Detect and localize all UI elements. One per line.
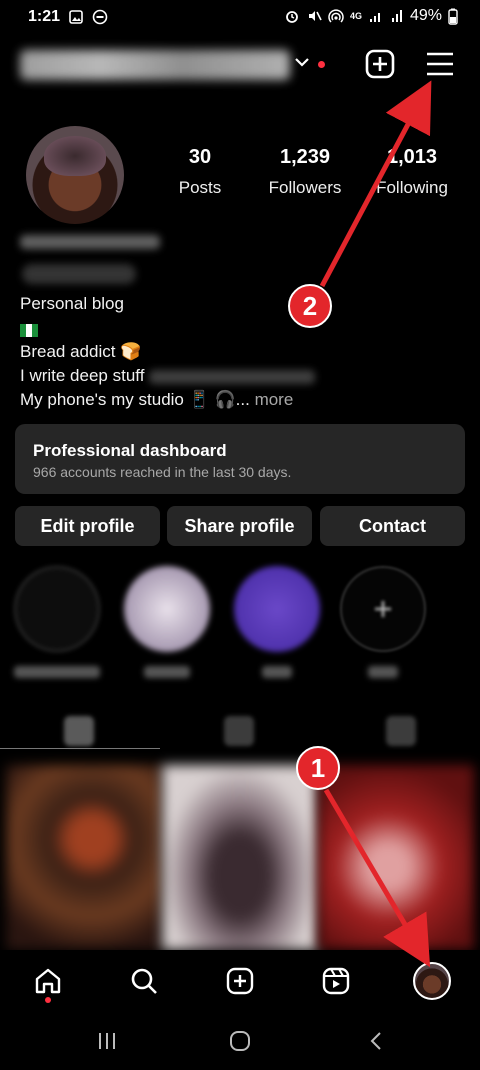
recent-apps-icon[interactable] xyxy=(96,1030,118,1052)
search-icon xyxy=(131,968,157,994)
grid-tab-icon[interactable] xyxy=(64,716,94,746)
profile-tab-avatar[interactable] xyxy=(413,962,451,1000)
dashboard-title: Professional dashboard xyxy=(33,441,227,460)
post-thumbnail-1[interactable] xyxy=(6,765,162,950)
bio-line-1: Bread addict 🍞 xyxy=(20,342,142,361)
signal-icon xyxy=(369,13,380,22)
stat-posts[interactable]: 30 Posts xyxy=(170,146,230,198)
step-1-badge: 1 xyxy=(296,746,340,790)
stat-followers[interactable]: 1,239 Followers xyxy=(262,146,348,198)
username-blurred[interactable]: somethingfromthe90s xyxy=(20,50,290,80)
professional-dashboard[interactable]: Professional dashboard 966 accounts reac… xyxy=(15,424,465,494)
alarm-icon xyxy=(286,11,298,23)
dashboard-subtitle: 966 accounts reached in the last 30 days… xyxy=(33,464,292,480)
stat-followers-label: Followers xyxy=(268,178,342,197)
create-tab[interactable] xyxy=(222,963,258,999)
home-button-icon[interactable] xyxy=(229,1030,251,1052)
post-thumbnail-3[interactable] xyxy=(318,765,474,950)
highlight-1-label xyxy=(14,666,100,678)
status-time: 1:21 xyxy=(28,8,61,25)
notification-dot xyxy=(318,61,325,68)
stat-followers-value: 1,239 xyxy=(279,146,331,168)
bio-line-2-text: I write deep stuff xyxy=(20,366,145,385)
back-icon[interactable] xyxy=(366,1030,388,1052)
status-system-icons: 4G 49% xyxy=(284,7,458,25)
post-thumbnail-2[interactable] xyxy=(162,765,318,950)
nigeria-flag-icon xyxy=(20,324,38,338)
dnd-icon xyxy=(92,9,108,25)
edit-profile-button[interactable]: Edit profile xyxy=(15,506,160,546)
bio-line-3: My phone's my studio 📱 🎧... more xyxy=(20,390,293,410)
stat-posts-label: Posts xyxy=(178,178,222,197)
reels-tab-icon[interactable] xyxy=(224,716,254,746)
highlight-3-label xyxy=(262,666,292,678)
home-notification-dot xyxy=(45,997,51,1003)
hamburger-menu-icon[interactable] xyxy=(422,46,458,82)
battery-icon xyxy=(448,8,458,25)
profile-avatar[interactable] xyxy=(26,126,124,224)
reels-tab[interactable] xyxy=(318,963,354,999)
home-icon xyxy=(35,968,61,994)
reels-icon xyxy=(322,967,350,995)
bio-mention-blurred[interactable] xyxy=(149,369,316,384)
active-tab-indicator xyxy=(0,748,160,749)
home-tab[interactable] xyxy=(30,963,66,999)
search-tab[interactable] xyxy=(126,963,162,999)
add-square-icon[interactable] xyxy=(362,46,398,82)
contact-button[interactable]: Contact xyxy=(320,506,465,546)
highlight-2-label xyxy=(144,666,190,678)
network-type: 4G xyxy=(349,10,362,21)
bio-more-link[interactable]: more xyxy=(255,390,294,409)
plus-icon xyxy=(375,601,391,617)
add-post-icon xyxy=(226,967,254,995)
display-name-blurred xyxy=(20,235,160,249)
gallery-icon xyxy=(69,10,83,24)
highlight-2[interactable] xyxy=(124,566,210,652)
tagged-tab-icon[interactable] xyxy=(386,716,416,746)
battery-percent: 49% xyxy=(409,7,442,24)
share-profile-button[interactable]: Share profile xyxy=(167,506,312,546)
stat-following[interactable]: 1,013 Following xyxy=(370,146,454,198)
status-notification-icons xyxy=(68,9,108,25)
mute-icon xyxy=(308,11,322,21)
signal-icon-2 xyxy=(391,10,402,22)
stat-following-value: 1,013 xyxy=(386,146,438,168)
new-highlight-label xyxy=(368,666,398,678)
stat-following-label: Following xyxy=(376,178,448,197)
bio-line-2: I write deep stuff xyxy=(20,366,316,386)
hotspot-icon xyxy=(328,9,344,23)
bio-line-3-text: My phone's my studio 📱 🎧... xyxy=(20,390,250,409)
profile-category: Personal blog xyxy=(20,294,124,313)
threads-badge-blurred[interactable] xyxy=(22,264,136,284)
stat-posts-value: 30 xyxy=(188,146,212,168)
status-bar: 1:21 4G 49% xyxy=(0,0,480,34)
highlight-3[interactable] xyxy=(234,566,320,652)
chevron-down-icon[interactable] xyxy=(292,52,312,72)
bio-flag xyxy=(20,320,38,340)
highlight-1[interactable] xyxy=(14,566,100,652)
step-2-badge: 2 xyxy=(288,284,332,328)
